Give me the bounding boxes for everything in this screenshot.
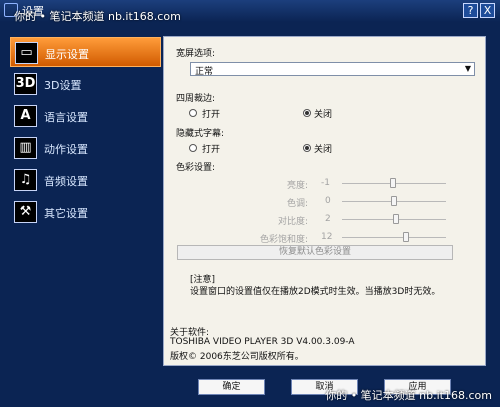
hue-slider-thumb[interactable] [391,196,397,206]
crop-off-label: 关闭 [314,110,333,120]
restore-default-color-button[interactable]: 恢复默认色彩设置 [177,245,453,260]
sidebar-item-audio[interactable]: ♫ 音频设置 [10,165,161,195]
sidebar-item-label: 3D设置 [44,79,82,92]
chevron-down-icon: ▼ [464,64,471,73]
about-product: TOSHIBA VIDEO PLAYER 3D V4.00.3.09-A [170,337,355,347]
brightness-slider-thumb[interactable] [390,178,396,188]
ok-button[interactable]: 确定 [198,379,265,395]
help-button[interactable]: ? [463,3,478,18]
subtitle-on-label: 打开 [202,145,221,155]
settings-window: 设置 ? X 你的 • 笔记本频道 nb.it168.com ▭ 显示设置 3D… [0,0,500,407]
display-icon: ▭ [15,42,38,64]
note-text: 设置窗口的设置值仅在播放2D模式时生效。当播放3D时无效。 [190,287,441,297]
crop-on-label: 打开 [202,110,221,120]
about-copyright: 版权© 2006东芝公司版权所有。 [170,352,304,362]
watermark-bottom: 你的 • 笔记本频道 nb.it168.com [325,389,492,402]
sidebar-item-label: 动作设置 [44,143,88,156]
subtitle-on-radio[interactable] [189,144,197,152]
saturation-label: 色彩饱和度: [259,235,308,245]
hue-label: 色调: [286,199,308,209]
hue-value: 0 [325,196,331,206]
subtitle-off-radio[interactable] [303,144,311,152]
film-icon: ▥ [14,137,37,159]
3d-icon: 3D [14,73,37,95]
saturation-slider[interactable] [342,237,446,238]
contrast-slider-thumb[interactable] [393,214,399,224]
crop-on-radio[interactable] [189,109,197,117]
display-settings-panel: 宽屏选项: 正常 ▼ 四周裁边: 打开 关闭 隐藏式字幕: 打开 关闭 色彩设置… [163,36,486,366]
sidebar-item-3d[interactable]: 3D 3D设置 [10,69,161,99]
sidebar-item-other[interactable]: ⚒ 其它设置 [10,197,161,227]
close-button[interactable]: X [480,3,495,18]
contrast-value: 2 [325,214,331,224]
saturation-slider-thumb[interactable] [403,232,409,242]
sidebar-item-display[interactable]: ▭ 显示设置 [10,37,161,67]
crop-label: 四周裁边: [176,94,216,104]
subtitle-label: 隐藏式字幕: [176,129,225,139]
sidebar-item-language[interactable]: A 语言设置 [10,101,161,131]
sidebar-item-label: 语言设置 [44,111,88,124]
wrench-icon: ⚒ [14,201,37,223]
widescreen-select-value: 正常 [195,67,214,77]
subtitle-off-label: 关闭 [314,145,333,155]
language-icon: A [14,105,37,127]
brightness-label: 亮度: [286,181,308,191]
color-settings-label: 色彩设置: [176,163,216,173]
sidebar: ▭ 显示设置 3D 3D设置 A 语言设置 ▥ 动作设置 ♫ 音频设置 ⚒ 其它… [10,37,161,227]
music-note-icon: ♫ [14,169,37,191]
widescreen-label: 宽屏选项: [176,49,216,59]
sidebar-item-label: 音频设置 [44,175,88,188]
sidebar-item-action[interactable]: ▥ 动作设置 [10,133,161,163]
sidebar-item-label: 其它设置 [44,207,88,220]
widescreen-select[interactable]: 正常 ▼ [190,62,475,77]
watermark-top: 你的 • 笔记本频道 nb.it168.com [14,10,181,23]
saturation-value: 12 [321,232,333,242]
crop-off-radio[interactable] [303,109,311,117]
brightness-value: -1 [321,178,330,188]
contrast-label: 对比度: [277,217,308,227]
sidebar-item-label: 显示设置 [45,48,89,61]
